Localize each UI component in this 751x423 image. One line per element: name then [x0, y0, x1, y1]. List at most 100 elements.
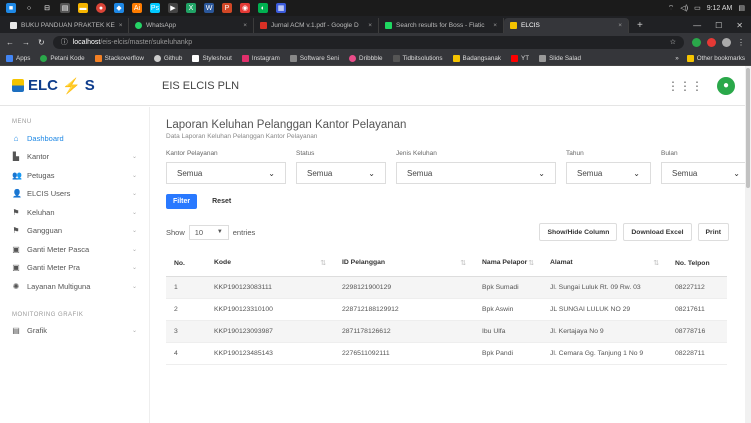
wifi-icon[interactable]: ⌔: [668, 4, 675, 13]
forward-icon[interactable]: →: [22, 38, 30, 47]
browser-tab[interactable]: Jurnal ACM v.1.pdf - Google D ×: [254, 18, 379, 33]
back-icon[interactable]: ←: [6, 38, 14, 47]
browser-tab-active[interactable]: ELCIS ×: [504, 18, 629, 33]
sidebar-item-keluhan[interactable]: ⚑ Keluhan ⌄: [0, 203, 149, 222]
vscode-icon[interactable]: ◆: [114, 3, 124, 13]
column-header[interactable]: No.: [166, 251, 206, 277]
close-icon[interactable]: ×: [618, 22, 622, 29]
print-button[interactable]: Print: [697, 223, 729, 241]
terminal-icon[interactable]: ▶: [168, 3, 178, 13]
close-icon[interactable]: ×: [493, 22, 497, 29]
apps-grid-icon[interactable]: ⋮⋮⋮: [667, 79, 703, 93]
close-icon[interactable]: ×: [119, 22, 123, 29]
column-header[interactable]: Alamat ⇅: [542, 251, 667, 277]
url-bar[interactable]: ⓘ localhost/eis-elcis/master/sukeluhankp…: [52, 35, 684, 49]
reset-button[interactable]: Reset: [205, 194, 239, 209]
table-row[interactable]: 4 KKP190123485143 2276511092111 Bpk Pandi Jl…: [166, 342, 727, 365]
app-icon[interactable]: ◉: [240, 3, 250, 13]
photoshop-icon[interactable]: Ps: [150, 3, 160, 13]
clock[interactable]: 9:12 AM: [707, 5, 733, 12]
sidebar-item-petugas[interactable]: 👥 Petugas ⌄: [0, 166, 149, 185]
bookmark-item[interactable]: Apps: [6, 54, 30, 62]
app-icon-2[interactable]: ◐: [258, 3, 268, 13]
chevron-down-icon: ⌄: [131, 228, 137, 235]
maximize-icon[interactable]: ☐: [715, 21, 722, 30]
reload-icon[interactable]: ↻: [38, 38, 45, 47]
table-row[interactable]: 3 KKP190123093987 2871178126612 Ibu Ulfa Jl.…: [166, 320, 727, 343]
minimize-icon[interactable]: —: [693, 21, 701, 30]
sidebar-item-elcis-users[interactable]: 👤 ELCIS Users ⌄: [0, 185, 149, 204]
app-icon-3[interactable]: ▦: [276, 3, 286, 13]
close-window-icon[interactable]: ✕: [736, 21, 743, 30]
sidebar-item-dashboard[interactable]: ⌂ Dashboard: [0, 129, 149, 148]
table-row[interactable]: 2 KKP190123310100 228712188129912 Bpk Aswin…: [166, 298, 727, 321]
sidebar-item-layanan-multiguna[interactable]: ✺ Layanan Multiguna ⌄: [0, 277, 149, 296]
chevron-down-icon: ⌄: [131, 172, 137, 179]
profile-icon[interactable]: [722, 37, 731, 47]
bookmark-item[interactable]: Tidbitsolutions: [392, 54, 443, 62]
table-row[interactable]: 1 KKP190123083111 2298121900129 Bpk Sumadi J…: [166, 276, 727, 299]
kantor-select[interactable]: Semua ⌄: [166, 162, 286, 184]
other-bookmarks[interactable]: Other bookmarks: [686, 54, 745, 62]
illustrator-icon[interactable]: Ai: [132, 3, 142, 13]
tahun-select[interactable]: Semua ⌄: [566, 162, 651, 184]
sort-icon: ⇅: [528, 260, 534, 268]
jenis-keluhan-select[interactable]: Semua ⌄: [396, 162, 556, 184]
bookmark-item[interactable]: Slide Salad: [539, 54, 581, 62]
battery-icon[interactable]: ▭: [694, 4, 701, 12]
show-hide-column-button[interactable]: Show/Hide Column: [539, 223, 618, 241]
more-bookmarks-icon[interactable]: »: [675, 55, 679, 62]
folder-icon[interactable]: ▬: [78, 3, 88, 13]
menu-dots-icon[interactable]: ⋮: [737, 38, 745, 47]
browser-tab[interactable]: BUKU PANDUAN PRAKTEK KE ×: [4, 18, 129, 33]
volume-icon[interactable]: ◁): [680, 4, 688, 12]
status-select[interactable]: Semua ⌄: [296, 162, 386, 184]
excel-icon[interactable]: X: [186, 3, 196, 13]
logo[interactable]: ELC ⚡ S: [0, 77, 150, 95]
page-scrollbar[interactable]: [745, 66, 751, 423]
column-header[interactable]: No. Telpon: [667, 251, 727, 277]
bookmark-star-icon[interactable]: ☆: [670, 38, 676, 46]
extension-icon-2[interactable]: [707, 37, 716, 47]
download-excel-button[interactable]: Download Excel: [623, 223, 692, 241]
close-icon[interactable]: ×: [368, 22, 372, 29]
bookmark-item[interactable]: Software Seni: [289, 54, 339, 62]
bookmark-item[interactable]: Github: [153, 54, 182, 62]
column-header[interactable]: ID Pelanggan ⇅: [334, 251, 474, 277]
filter-label: Tahun: [566, 150, 584, 157]
bookmark-item[interactable]: Badangsanak: [452, 54, 501, 62]
new-tab-button[interactable]: +: [629, 18, 651, 33]
bookmark-item[interactable]: Dribbble: [349, 54, 383, 62]
bookmark-item[interactable]: YT: [511, 54, 529, 62]
scrollbar-thumb[interactable]: [746, 68, 750, 188]
browser-tab[interactable]: WhatsApp ×: [129, 18, 254, 33]
sidebar-item-ganti-meter-pra[interactable]: ▣ Ganti Meter Pra ⌄: [0, 259, 149, 278]
search-icon[interactable]: ○: [24, 3, 34, 13]
sidebar-item-grafik[interactable]: ▤ Grafik ⌄: [0, 322, 149, 341]
bulan-select[interactable]: Semua ⌄: [661, 162, 751, 184]
notification-icon[interactable]: ▤: [738, 4, 745, 12]
store-icon[interactable]: ▤: [60, 3, 70, 13]
avatar[interactable]: ●: [717, 76, 735, 95]
bookmark-item[interactable]: Petani Kode: [40, 54, 85, 62]
task-view-icon[interactable]: ⊟: [42, 3, 52, 13]
bookmark-item[interactable]: Stackoverflow: [94, 54, 144, 62]
sidebar-item-kantor[interactable]: ▙ Kantor ⌄: [0, 148, 149, 167]
info-icon[interactable]: ⓘ: [61, 37, 68, 47]
column-header[interactable]: Nama Pelapor ⇅: [474, 251, 542, 277]
sidebar-item-gangguan[interactable]: ⚑ Gangguan ⌄: [0, 222, 149, 241]
browser-tab[interactable]: Search results for Boss - Flatic ×: [379, 18, 504, 33]
windows-start-icon[interactable]: ■: [6, 3, 16, 13]
close-icon[interactable]: ×: [243, 22, 247, 29]
page-length-select[interactable]: 10 ▼: [188, 224, 229, 240]
sidebar-item-label: ELCIS Users: [27, 189, 71, 199]
filter-button[interactable]: Filter: [166, 194, 198, 209]
bookmark-item[interactable]: Instagram: [241, 54, 280, 62]
column-header[interactable]: Kode ⇅: [206, 251, 334, 277]
extension-icon[interactable]: [692, 37, 701, 47]
powerpoint-icon[interactable]: P: [222, 3, 232, 13]
bookmark-item[interactable]: Styleshout: [192, 54, 232, 62]
sidebar-item-ganti-meter-pasca[interactable]: ▣ Ganti Meter Pasca ⌄: [0, 240, 149, 259]
word-icon[interactable]: W: [204, 3, 214, 13]
chrome-icon[interactable]: ●: [96, 3, 106, 13]
